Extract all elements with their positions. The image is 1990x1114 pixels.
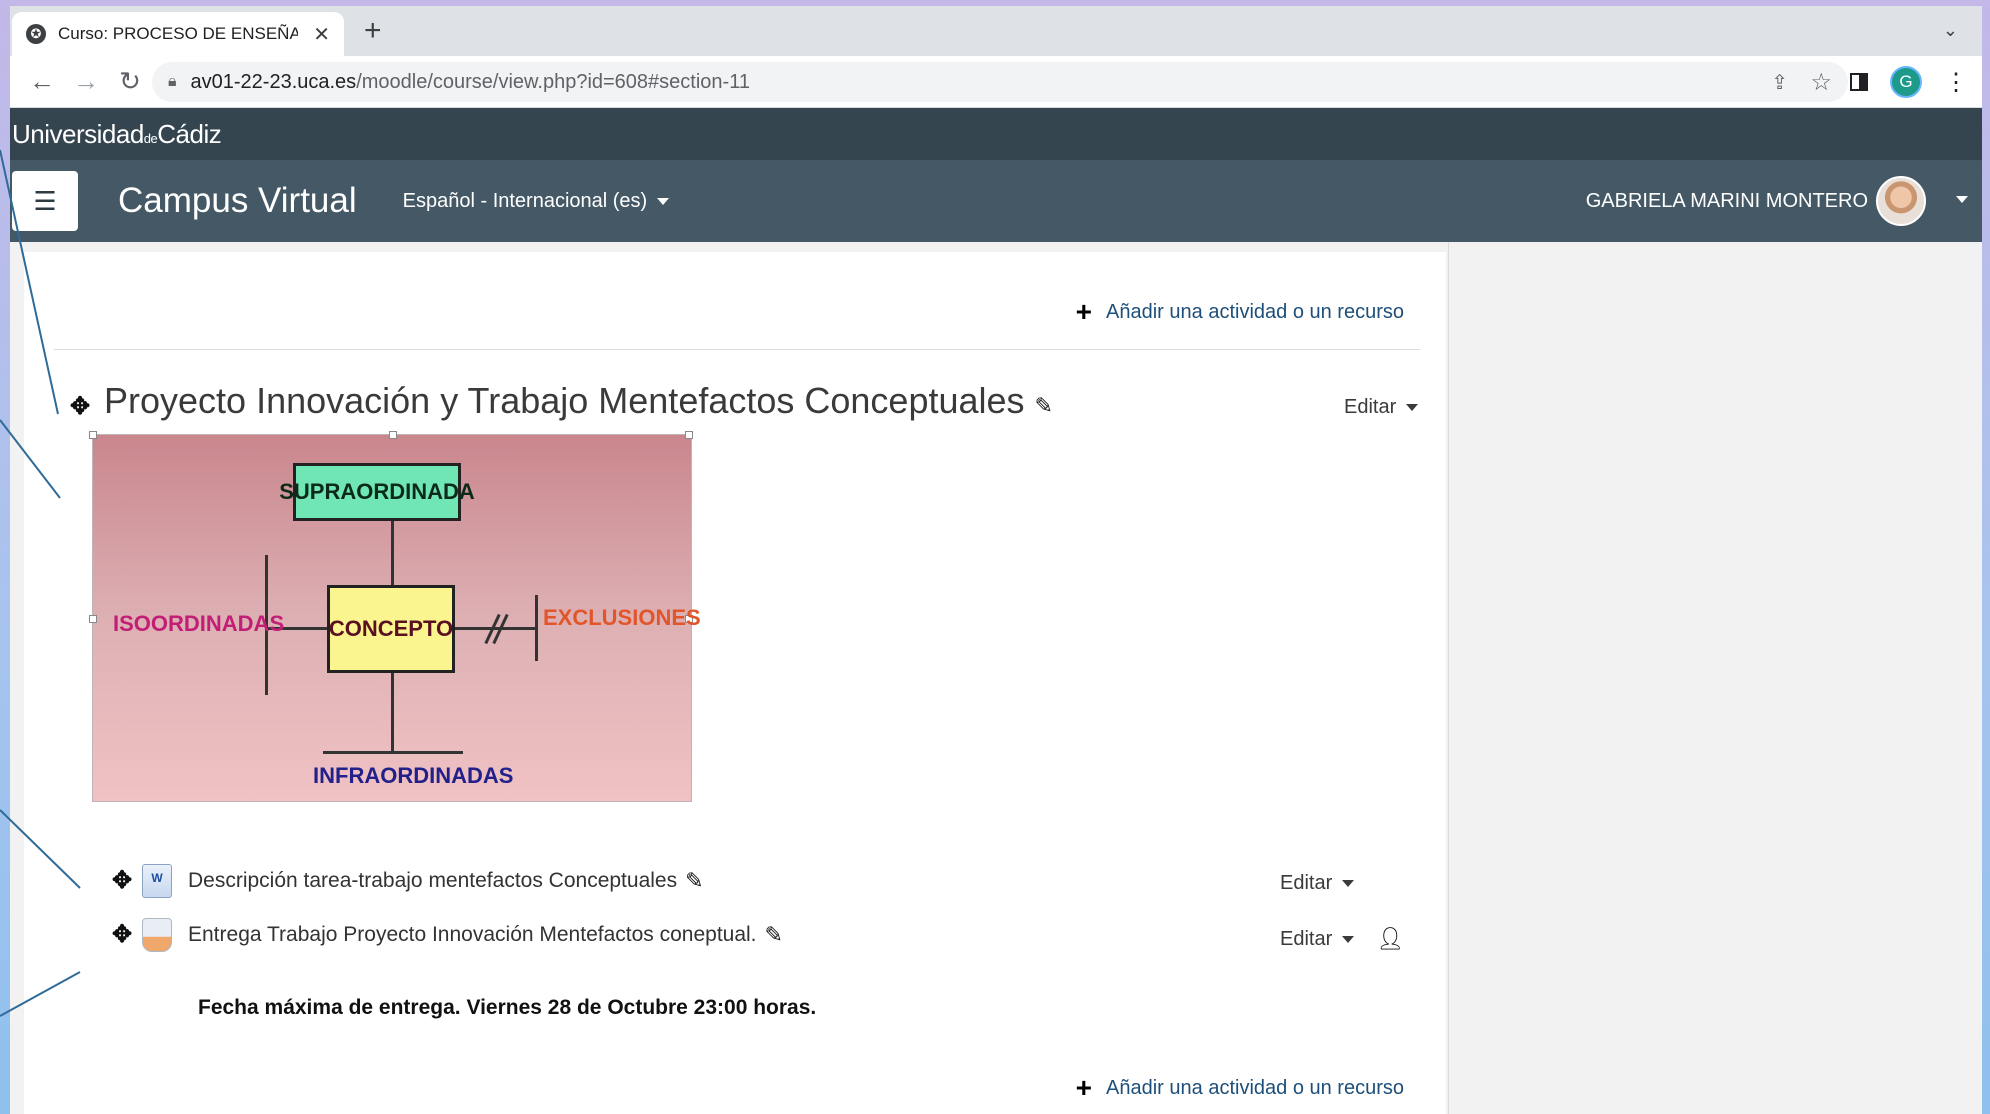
add-activity-top[interactable]: + Añadir una actividad o un recurso [1076,296,1404,328]
activity-row: Entrega Trabajo Proyecto Innovación Ment… [124,918,783,952]
caret-down-icon [1406,404,1419,411]
caret-down-icon [1342,880,1355,887]
university-banner: UniversidaddeCádiz [10,108,1982,160]
url-path: /moodle/course/view.php?id=608#section-1… [356,70,750,93]
address-bar[interactable]: 🔒︎ av01-22-23.uca.es/moodle/course/view.… [152,62,1848,102]
isoordinadas-label: ISOORDINADAS [113,611,285,636]
user-icon[interactable]: 👤︎ [1376,926,1404,952]
pencil-edit-icon[interactable]: ✎ [765,922,783,948]
brand-city: Cádiz [157,118,222,149]
bookmark-star-icon[interactable]: ☆ [1810,68,1832,97]
browser-window: ✪ Curso: PROCESO DE ENSEÑANZA ✕ + ⌄ ← → … [10,6,1982,1114]
activity-row: W Descripción tarea-trabajo mentefactos … [124,864,704,898]
resize-handle[interactable] [389,431,397,439]
connector-line [455,627,535,630]
moodle-navbar: ☰ Campus Virtual Español - Internacional… [10,160,1982,242]
supraordinada-box: SUPRAORDINADA [279,463,475,521]
brand-de: de [143,130,158,146]
deadline-text: Fecha máxima de entrega. Viernes 28 de O… [198,996,817,1019]
back-button[interactable]: ← [20,66,64,97]
forward-button[interactable]: → [64,66,108,97]
tab-title: Curso: PROCESO DE ENSEÑANZA [58,24,298,43]
connector-line [535,595,538,661]
activity-edit-label: Editar [1280,872,1333,894]
caret-down-icon [657,197,670,205]
section-edit-menu[interactable]: Editar [1344,396,1419,419]
caret-down-icon [1342,935,1355,943]
activity-link[interactable]: Entrega Trabajo Proyecto Innovación Ment… [188,923,757,947]
pencil-edit-icon[interactable]: ✎ [1035,393,1053,418]
pencil-edit-icon[interactable]: ✎ [685,868,703,894]
share-icon[interactable]: ⇪ [1771,70,1788,95]
chevron-down-icon[interactable]: ⌄ [1943,20,1958,41]
site-name[interactable]: Campus Virtual [118,181,357,221]
close-tab-icon[interactable]: ✕ [313,22,330,47]
brand-main: Universidad [12,118,144,149]
plus-icon: + [1075,296,1093,327]
toolbar-right: G ⋮ [1850,66,1968,98]
url-host: av01-22-23.uca.es [190,70,357,93]
user-avatar [1876,176,1926,226]
course-section: + Añadir una actividad o un recurso ✥ Pr… [24,252,1446,1114]
section-edit-label: Editar [1344,396,1397,418]
user-name: GABRIELA MARINI MONTERO [1585,189,1868,212]
lock-icon: 🔒︎ [168,73,177,90]
add-activity-bottom-label: Añadir una actividad o un recurso [1106,1076,1404,1099]
word-document-icon: W [142,864,172,898]
profile-avatar-button[interactable]: G [1890,66,1922,98]
exclusiones-label: EXCLUSIONES [543,605,701,630]
user-menu[interactable]: GABRIELA MARINI MONTERO [1586,160,1926,242]
globe-icon: ✪ [26,24,46,44]
add-activity-bottom[interactable]: + Añadir una actividad o un recurso [1076,1072,1404,1104]
university-logo[interactable]: UniversidaddeCádiz [12,118,222,150]
section-title-row: Proyecto Innovación y Trabajo Mentefacto… [104,380,1053,422]
mentefacto-diagram-image[interactable]: SUPRAORDINADA CONCEPTO ISOORDINADAS EXCL… [89,431,701,802]
resize-handle[interactable] [685,431,693,439]
divider [54,349,1420,350]
tab-strip: ✪ Curso: PROCESO DE ENSEÑANZA ✕ + ⌄ [10,6,1982,56]
new-tab-button[interactable]: + [364,16,382,46]
assignment-icon [142,918,172,952]
reload-button[interactable]: ↻ [108,66,152,97]
plus-icon: + [1075,1072,1093,1103]
resize-handle[interactable] [89,615,97,623]
user-menu-caret-icon[interactable] [1956,196,1968,203]
connector-line [391,673,394,753]
hamburger-menu-button[interactable]: ☰ [12,171,78,231]
page-content: + Añadir una actividad o un recurso ✥ Pr… [10,242,1982,1114]
concepto-box: CONCEPTO [327,585,455,673]
infraordinadas-label: INFRAORDINADAS [313,763,514,788]
right-sidebar [1448,242,1982,1114]
connector-line [323,751,463,754]
menu-kebab-icon[interactable]: ⋮ [1944,68,1968,97]
move-section-icon[interactable]: ✥ [70,392,90,421]
language-menu[interactable]: Español - Internacional (es) [403,190,670,213]
activity-edit-menu[interactable]: Editar 👤︎ [1280,926,1404,952]
browser-toolbar: ← → ↻ 🔒︎ av01-22-23.uca.es/moodle/course… [10,56,1982,108]
activity-edit-label: Editar [1280,927,1333,950]
add-activity-top-label: Añadir una actividad o un recurso [1106,300,1404,323]
url-text[interactable]: av01-22-23.uca.es/moodle/course/view.php… [191,71,750,94]
language-label: Español - Internacional (es) [402,189,648,212]
browser-tab[interactable]: ✪ Curso: PROCESO DE ENSEÑANZA ✕ [12,12,344,56]
section-title: Proyecto Innovación y Trabajo Mentefacto… [104,380,1025,421]
resize-handle[interactable] [89,431,97,439]
side-panel-icon[interactable] [1850,73,1868,91]
activity-edit-menu[interactable]: Editar [1280,872,1355,895]
connector-line [391,521,394,585]
activity-link[interactable]: Descripción tarea-trabajo mentefactos Co… [188,869,677,893]
